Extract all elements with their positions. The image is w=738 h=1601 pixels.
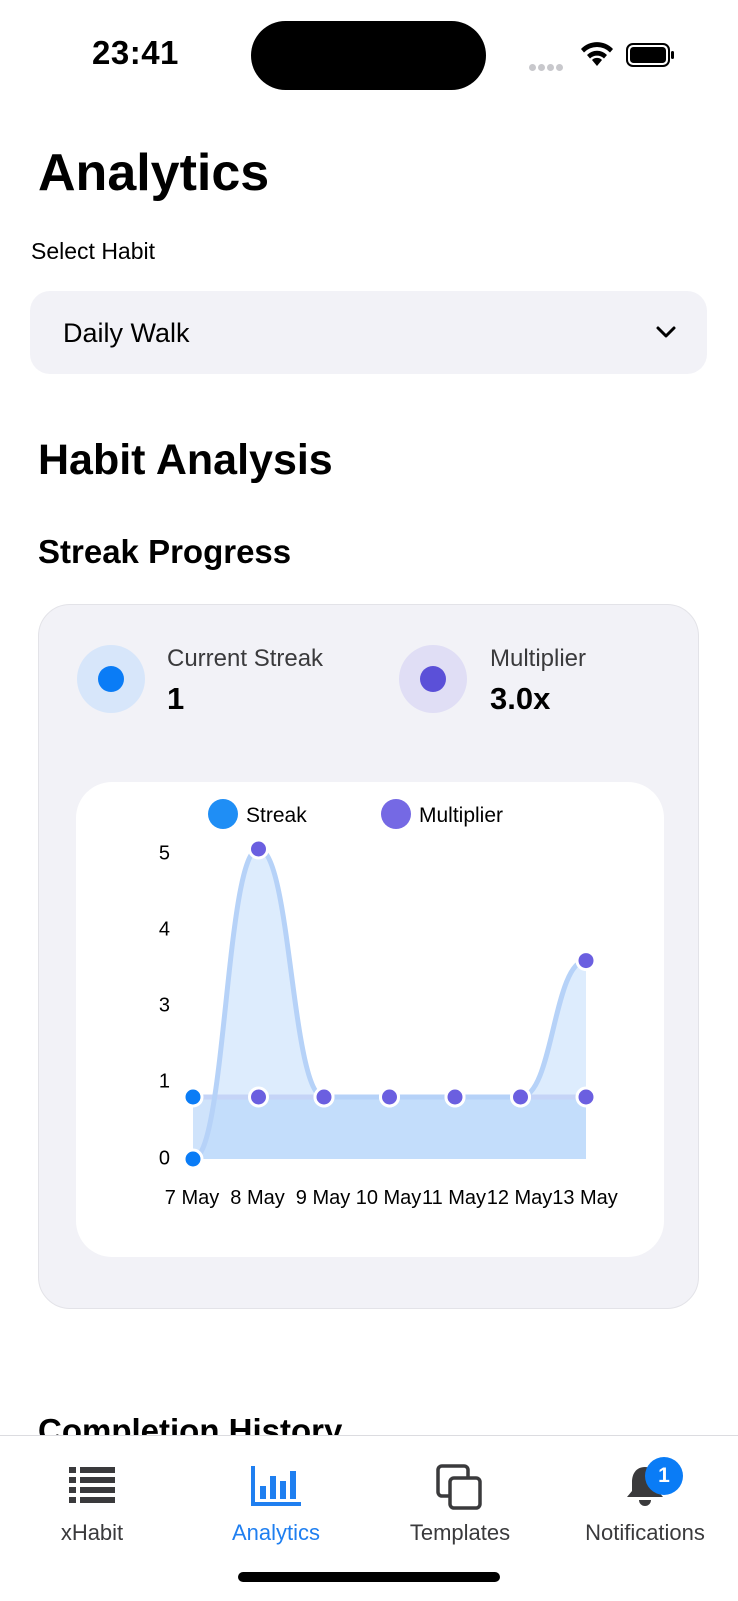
x-tick-label: 10 May	[356, 1187, 422, 1209]
x-tick-label: 9 May	[296, 1187, 350, 1209]
multiplier-point	[248, 1086, 269, 1108]
tab-xhabit[interactable]: xHabit	[0, 1436, 184, 1566]
streak-point	[313, 1086, 335, 1108]
current-streak-label: Current Streak	[167, 645, 324, 672]
x-tick-label: 13 May	[552, 1187, 618, 1209]
home-indicator	[238, 1572, 500, 1582]
dynamic-island	[251, 21, 486, 90]
habit-dropdown-value: Daily Walk	[63, 318, 190, 348]
tab-xhabit-label: xHabit	[60, 1520, 124, 1545]
copy-icon	[436, 1464, 484, 1517]
status-time: 23:41	[92, 34, 179, 71]
tab-templates[interactable]: Templates	[368, 1436, 552, 1566]
x-tick-label: 11 May	[422, 1187, 486, 1209]
multiplier-indicator	[399, 645, 467, 713]
tab-templates-label: Templates	[409, 1520, 511, 1545]
y-tick-label: 4	[159, 918, 170, 940]
habit-dropdown[interactable]: Daily Walk	[30, 291, 707, 374]
tab-notifications[interactable]: 1 Notifications	[552, 1436, 738, 1566]
y-tick-label: 1	[159, 1070, 170, 1092]
chevron-down-icon	[655, 324, 677, 345]
streak-progress-title: Streak Progress	[38, 533, 292, 570]
streak-area	[193, 849, 586, 1159]
current-streak-indicator	[77, 645, 145, 713]
habit-analysis-title: Habit Analysis	[38, 436, 333, 484]
notification-badge: 1	[645, 1457, 683, 1495]
streak-point	[575, 950, 597, 972]
multiplier-value: 3.0x	[490, 681, 551, 716]
page-title: Analytics	[38, 144, 270, 202]
battery-icon	[626, 43, 676, 72]
y-tick-label: 5	[159, 842, 170, 864]
tab-analytics-label: Analytics	[231, 1520, 321, 1545]
x-tick-label: 12 May	[487, 1187, 553, 1209]
y-tick-label: 3	[159, 994, 170, 1016]
streak-point	[379, 1086, 400, 1108]
multiplier-point	[182, 1086, 204, 1108]
tab-notifications-label: Notifications	[585, 1520, 705, 1545]
select-habit-label: Select Habit	[31, 238, 156, 264]
x-tick-label: 8 May	[230, 1187, 284, 1209]
chart-plot: 0 1 3 4 5 7 May 8 May 9 May 10 May 11 May 12 May 13…	[159, 838, 618, 1209]
streak-point	[182, 1148, 204, 1170]
list-icon	[67, 1464, 117, 1509]
cellular-signal-icon	[529, 58, 565, 76]
streak-point	[248, 838, 269, 860]
multiplier-label: Multiplier	[490, 645, 587, 672]
streak-point	[444, 1086, 466, 1108]
current-streak-value: 1	[167, 681, 185, 716]
multiplier-point	[575, 1086, 597, 1108]
streak-chart: Streak Multiplier 013457 May 8 May 9 May 10…	[76, 782, 664, 1257]
x-tick-label: 7 May	[165, 1187, 219, 1209]
wifi-icon	[579, 40, 615, 73]
tab-analytics[interactable]: Analytics	[184, 1436, 368, 1566]
y-tick-label: 0	[159, 1147, 170, 1169]
bar-chart-icon	[249, 1464, 303, 1513]
streak-point	[510, 1086, 531, 1108]
